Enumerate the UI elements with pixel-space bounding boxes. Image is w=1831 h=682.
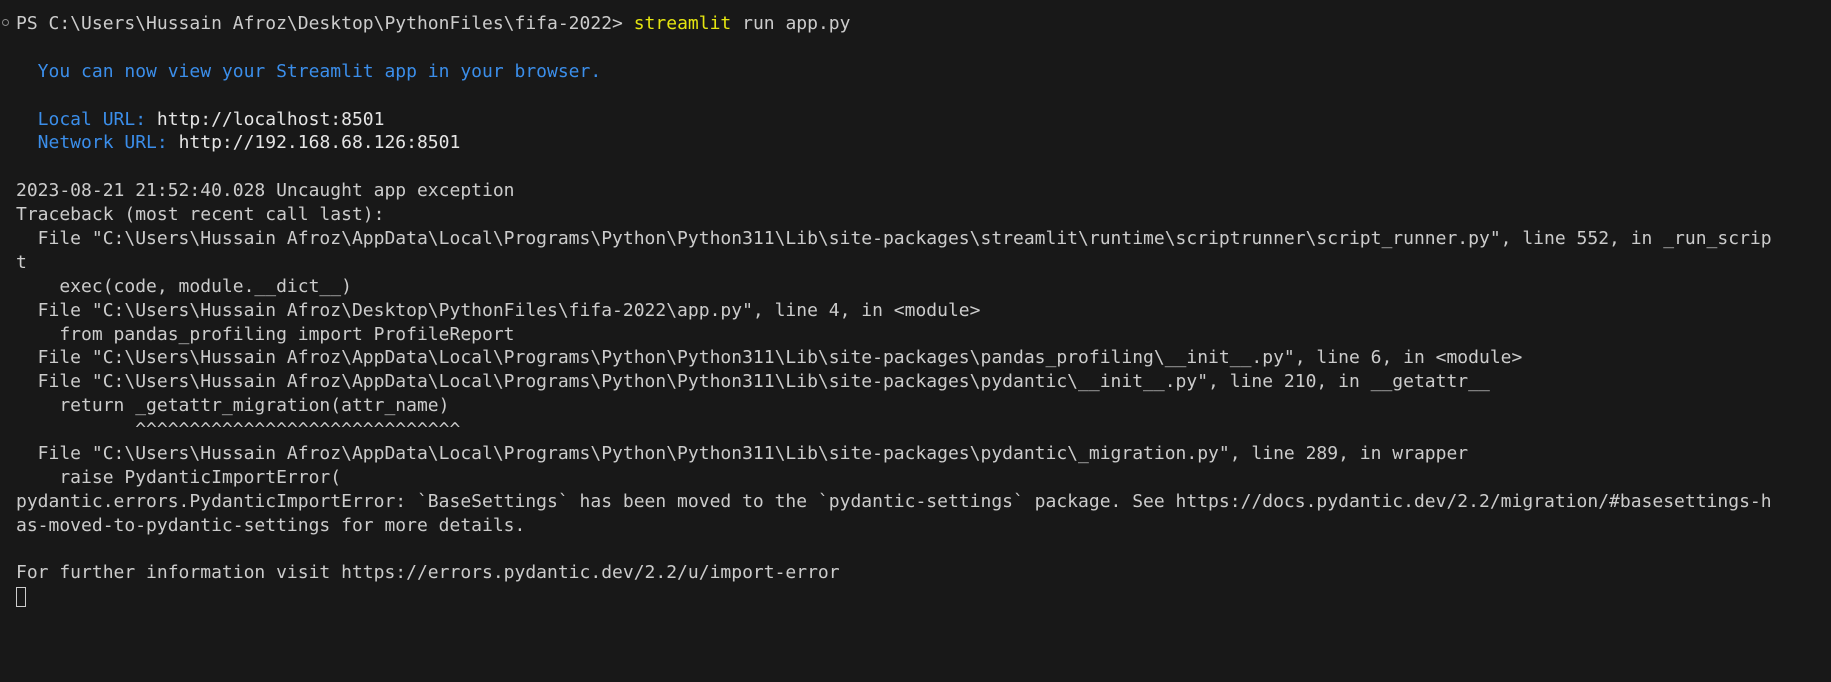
traceback-line: t [16, 251, 27, 273]
terminal-cursor [16, 587, 26, 608]
traceback-line: File "C:\Users\Hussain Afroz\AppData\Loc… [16, 371, 1490, 393]
prompt-args: run app.py [731, 13, 851, 34]
network-url-line: Network URL: http://192.168.68.126:8501 [16, 131, 1831, 155]
network-url-link[interactable]: http://192.168.68.126:8501 [179, 132, 461, 153]
network-url-label: Network URL: [16, 132, 179, 154]
terminal-panel[interactable]: PS C:\Users\Hussain Afroz\Desktop\Python… [0, 0, 1831, 682]
local-url-line: Local URL: http://localhost:8501 [16, 108, 1831, 132]
traceback-line: File "C:\Users\Hussain Afroz\AppData\Loc… [16, 443, 1469, 465]
traceback-line: File "C:\Users\Hussain Afroz\AppData\Loc… [16, 347, 1523, 369]
exception-line: 2023-08-21 21:52:40.028 Uncaught app exc… [16, 180, 515, 202]
further-info-line: For further information visit https://er… [16, 562, 840, 584]
view-message: You can now view your Streamlit app in y… [16, 60, 602, 82]
local-url-label: Local URL: [16, 108, 157, 130]
traceback-line: return _getattr_migration(attr_name) [16, 395, 450, 417]
local-url-link[interactable]: http://localhost:8501 [157, 109, 385, 130]
error-message-line: as-moved-to-pydantic-settings for more d… [16, 514, 526, 536]
error-message-line: pydantic.errors.PydanticImportError: `Ba… [16, 490, 1772, 512]
command-decoration-icon[interactable] [2, 19, 9, 26]
traceback-header: Traceback (most recent call last): [16, 204, 385, 226]
prompt-line: PS C:\Users\Hussain Afroz\Desktop\Python… [16, 12, 1831, 36]
traceback-line: File "C:\Users\Hussain Afroz\AppData\Loc… [16, 228, 1772, 250]
traceback-line: File "C:\Users\Hussain Afroz\Desktop\Pyt… [16, 299, 981, 321]
traceback-line: exec(code, module.__dict__) [16, 275, 352, 297]
input-line[interactable] [16, 585, 1831, 609]
traceback-line: raise PydanticImportError( [16, 466, 342, 488]
traceback-line: from pandas_profiling import ProfileRepo… [16, 323, 515, 345]
traceback-line: ^^^^^^^^^^^^^^^^^^^^^^^^^^^^^^ [16, 419, 461, 441]
prompt-command: streamlit [633, 13, 732, 34]
prompt-path: PS C:\Users\Hussain Afroz\Desktop\Python… [16, 13, 634, 34]
